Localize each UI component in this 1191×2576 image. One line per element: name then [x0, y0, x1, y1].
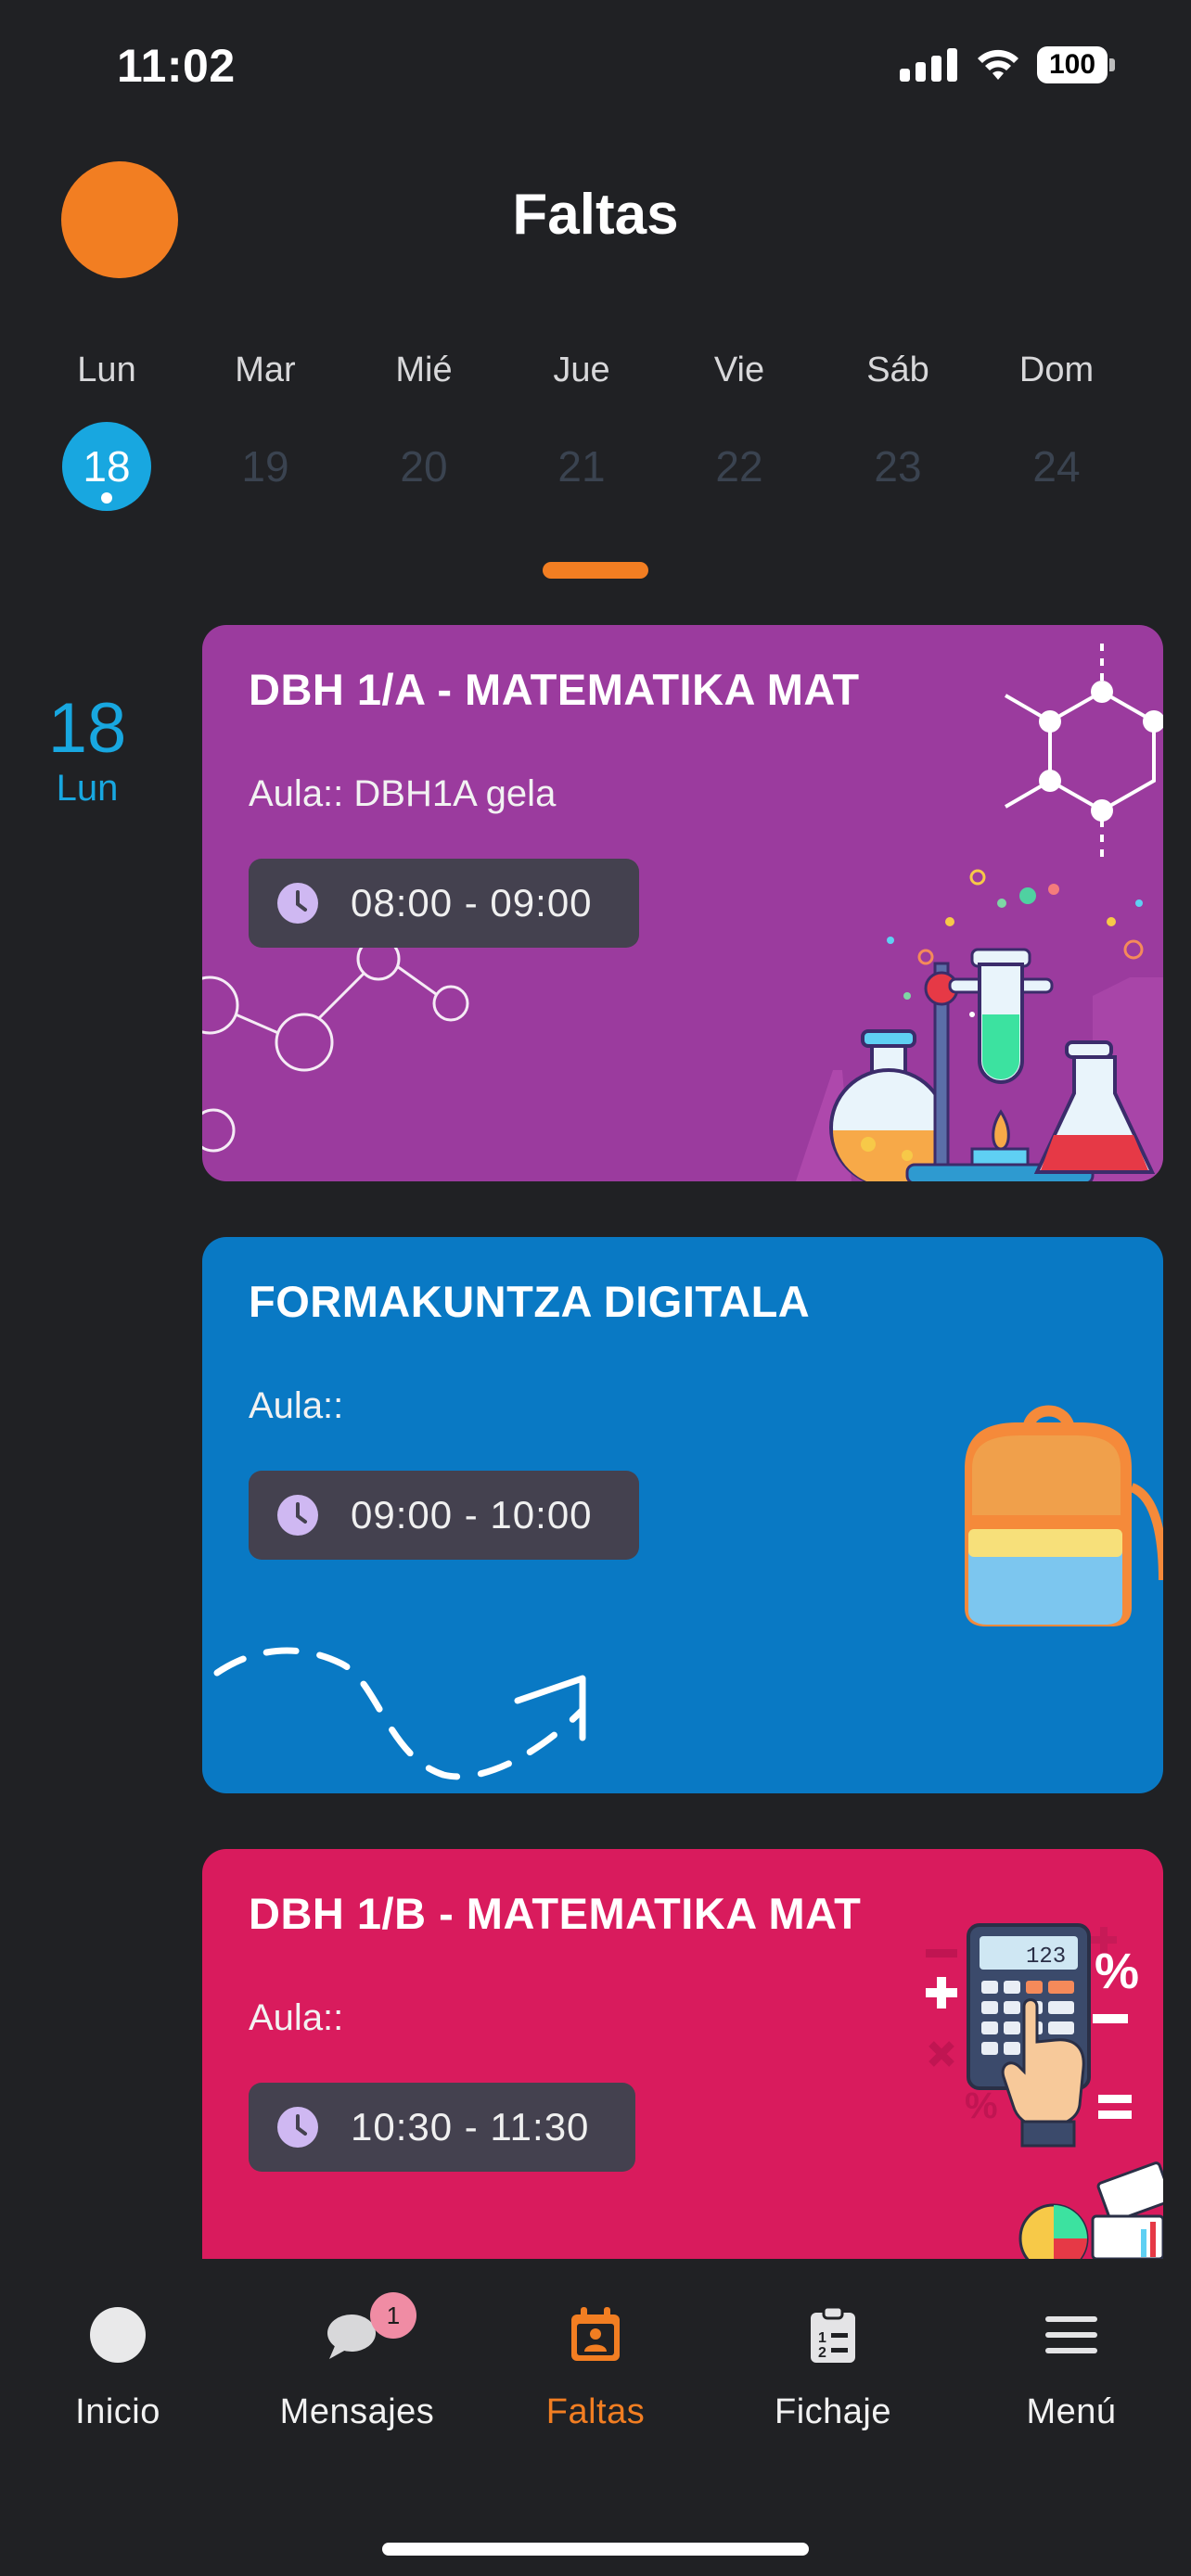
time-chip: 10:30 - 11:30 [249, 2083, 636, 2172]
day-number[interactable]: 20 [379, 422, 468, 511]
class-time: 09:00 - 10:00 [351, 1493, 593, 1537]
day-sun[interactable]: Dom 24 [978, 351, 1135, 511]
class-time: 10:30 - 11:30 [351, 2105, 590, 2149]
day-sat[interactable]: Sáb 23 [819, 351, 977, 511]
day-name: Jue [553, 351, 610, 389]
side-date-day: Lun [56, 768, 119, 809]
nav-label: Fichaje [775, 2392, 891, 2431]
status-bar: 11:02 100 [0, 0, 1191, 130]
day-thu[interactable]: Jue 21 [503, 351, 660, 511]
nav-item-fichaje[interactable]: 1 2 Fichaje [731, 2298, 935, 2432]
unread-badge: 1 [370, 2292, 416, 2339]
day-name: Dom [1018, 351, 1095, 389]
class-card[interactable]: % % 123 DBH 1/B - MATEMATIKA MAT Aula:: … [202, 1849, 1163, 2259]
wifi-icon [978, 49, 1018, 80]
day-tue[interactable]: Mar 19 [186, 351, 344, 511]
bottom-nav: Inicio 1 Mensajes Faltas 1 2 Fichaje Men… [0, 2259, 1191, 2576]
svg-text:1: 1 [818, 2330, 826, 2346]
cellular-signal-icon [900, 48, 957, 82]
battery-level: 100 [1037, 46, 1108, 83]
week-strip: Lun 18 Mar 19 Mié 20 Jue 21 Vie 22 Sáb 2… [28, 351, 1163, 517]
nav-item-menu[interactable]: Menú [969, 2298, 1173, 2432]
time-chip: 09:00 - 10:00 [249, 1471, 639, 1560]
class-room: Aula:: DBH1A gela [249, 773, 557, 814]
nav-label: Faltas [545, 2392, 646, 2431]
day-number[interactable]: 22 [695, 422, 784, 511]
day-mon[interactable]: Lun 18 [28, 351, 186, 511]
battery-icon: 100 [1037, 46, 1115, 83]
side-date: 18 Lun [37, 694, 137, 810]
clipboard-list-icon: 1 2 [811, 2305, 855, 2363]
svg-text:%: % [1095, 1944, 1139, 1999]
class-title: DBH 1/A - MATEMATIKA MAT [249, 665, 860, 714]
class-time: 08:00 - 09:00 [351, 881, 593, 925]
clock-icon [277, 883, 318, 924]
class-card[interactable]: DBH 1/A - MATEMATIKA MAT Aula:: DBH1A ge… [202, 625, 1163, 1181]
day-number[interactable]: 24 [1012, 422, 1101, 511]
svg-text:123: 123 [1026, 1945, 1066, 1970]
day-number[interactable]: 21 [537, 422, 626, 511]
hamburger-menu-icon [1045, 2316, 1097, 2353]
time-chip: 08:00 - 09:00 [249, 859, 639, 948]
home-circle-icon [90, 2307, 146, 2363]
clock-icon [277, 1495, 318, 1536]
day-wed[interactable]: Mié 20 [345, 351, 503, 511]
status-time: 11:02 [117, 40, 236, 92]
class-card[interactable]: FORMAKUNTZA DIGITALA Aula:: 09:00 - 10:0… [202, 1237, 1163, 1793]
class-room: Aula:: [249, 1385, 344, 1426]
day-name: Sáb [866, 351, 929, 389]
day-number-selected[interactable]: 18 [62, 422, 151, 511]
class-title: FORMAKUNTZA DIGITALA [249, 1277, 811, 1326]
nav-label: Menú [1026, 2392, 1117, 2431]
nav-label: Mensajes [279, 2392, 435, 2431]
day-number[interactable]: 23 [853, 422, 942, 511]
day-number[interactable]: 19 [221, 422, 310, 511]
nav-item-mensajes[interactable]: 1 Mensajes [255, 2292, 459, 2432]
day-name: Mar [235, 351, 296, 389]
side-date-number: 18 [47, 689, 127, 768]
page-title: Faltas [512, 183, 679, 247]
class-title: DBH 1/B - MATEMATIKA MAT [249, 1889, 862, 1938]
clock-icon [277, 2107, 318, 2148]
calendar-person-icon [571, 2307, 620, 2361]
week-drag-handle[interactable] [543, 562, 648, 579]
day-fri[interactable]: Vie 22 [660, 351, 818, 511]
day-name: Mié [395, 351, 453, 389]
svg-text:%: % [965, 2085, 998, 2126]
nav-item-inicio[interactable]: Inicio [16, 2298, 220, 2432]
class-room: Aula:: [249, 1997, 344, 2038]
nav-label: Inicio [75, 2392, 160, 2431]
nav-item-faltas[interactable]: Faltas [493, 2298, 698, 2432]
day-name: Vie [713, 351, 765, 389]
home-indicator[interactable] [382, 2543, 809, 2556]
day-name: Lun [77, 351, 136, 389]
svg-text:2: 2 [818, 2345, 826, 2361]
